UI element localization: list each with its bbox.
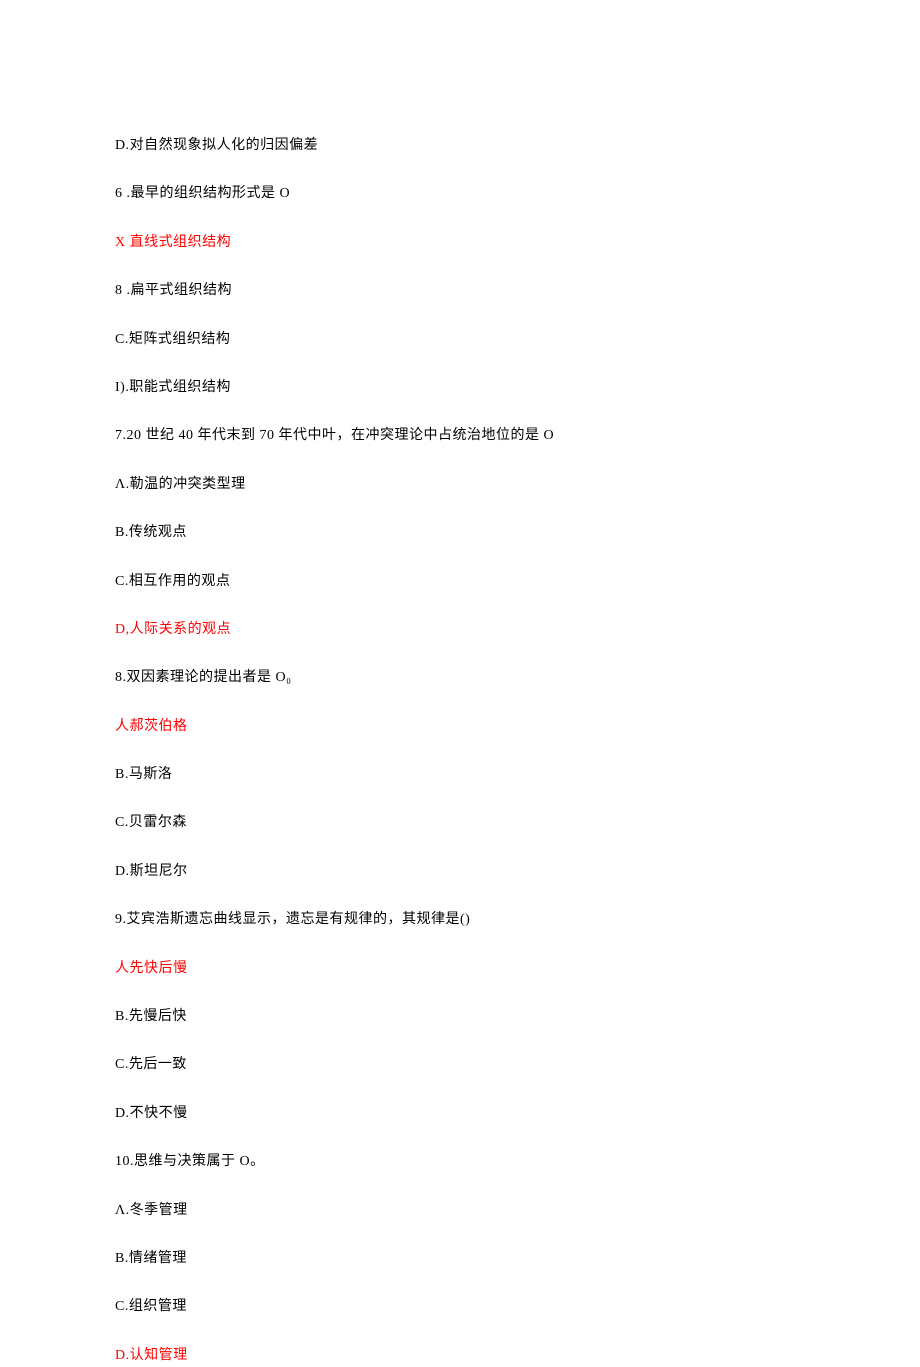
answer-line: X 直线式组织结构 <box>115 232 805 254</box>
text-line: 10.思维与决策属于 O。 <box>115 1151 805 1173</box>
text-line: C.贝雷尔森 <box>115 812 805 834</box>
text-line: I).职能式组织结构 <box>115 377 805 399</box>
text-line: B.情绪管理 <box>115 1248 805 1270</box>
answer-line: D.认知管理 <box>115 1345 805 1367</box>
text-line: C.相互作用的观点 <box>115 571 805 593</box>
text-line: C.先后一致 <box>115 1054 805 1076</box>
text-line: B.传统观点 <box>115 522 805 544</box>
text-line: C.组织管理 <box>115 1296 805 1318</box>
text-line: D.不快不慢 <box>115 1103 805 1125</box>
text-line: Λ.勒温的冲突类型理 <box>115 474 805 496</box>
text-line: D.斯坦尼尔 <box>115 861 805 883</box>
text-line: D.对自然现象拟人化的归因偏差 <box>115 135 805 157</box>
text-line: 9.艾宾浩斯遗忘曲线显示，遗忘是有规律的，其规律是() <box>115 909 805 931</box>
text-line: 6 .最早的组织结构形式是 O <box>115 183 805 205</box>
text-line: 7.20 世纪 40 年代末到 70 年代中叶，在冲突理论中占统治地位的是 O <box>115 425 805 447</box>
answer-line: 人郝茨伯格 <box>115 716 805 738</box>
text-line: C.矩阵式组织结构 <box>115 329 805 351</box>
text-line: B.马斯洛 <box>115 764 805 786</box>
text-line: B.先慢后快 <box>115 1006 805 1028</box>
text-line: Λ.冬季管理 <box>115 1200 805 1222</box>
text-line: 8.双因素理论的提出者是 O₀ <box>115 667 805 689</box>
answer-line: D,人际关系的观点 <box>115 619 805 641</box>
text-line: 8 .扁平式组织结构 <box>115 280 805 302</box>
document-body: D.对自然现象拟人化的归因偏差 6 .最早的组织结构形式是 O X 直线式组织结构 8… <box>115 135 805 1367</box>
answer-line: 人先快后慢 <box>115 958 805 980</box>
